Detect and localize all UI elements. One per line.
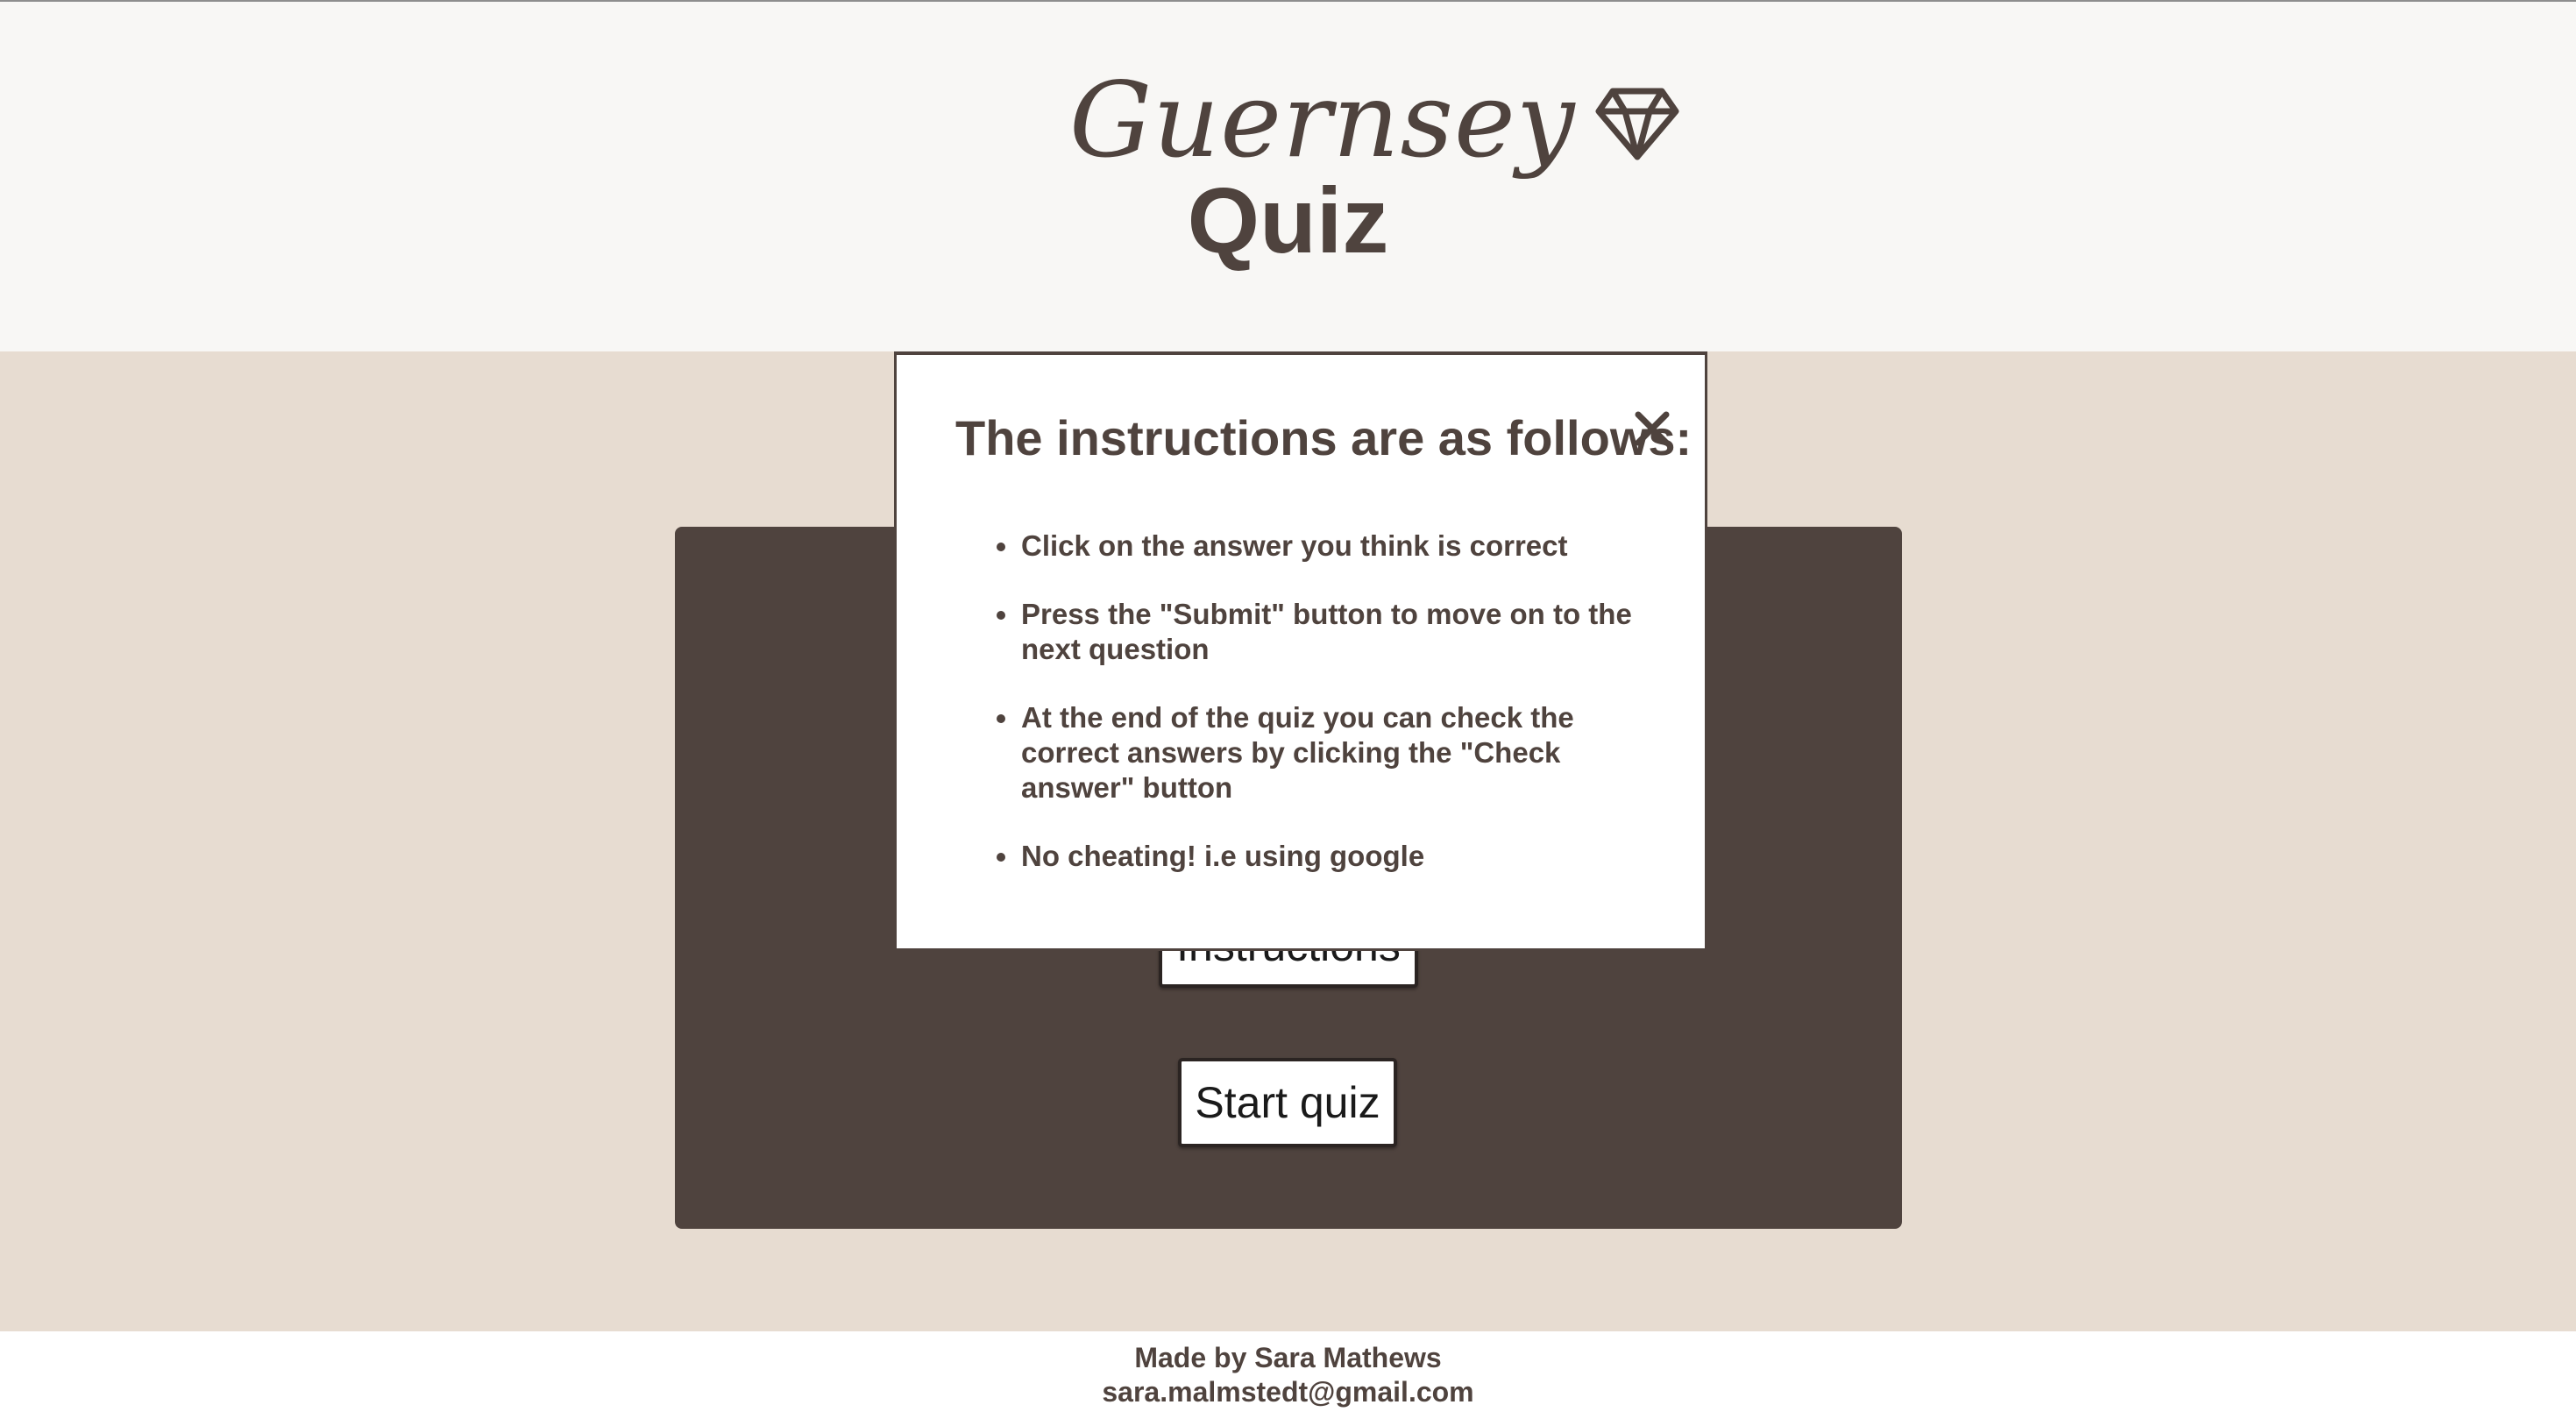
instruction-text: At the end of the quiz you can check the…	[1021, 701, 1574, 804]
site-footer: Made by Sara Mathews sara.malmstedt@gmai…	[0, 1331, 2576, 1419]
brand: Guernsey	[1069, 54, 1679, 186]
bullet-icon	[997, 853, 1005, 862]
bullet-icon	[997, 543, 1005, 551]
instructions-modal: The instructions are as follows: Click o…	[894, 351, 1707, 951]
list-item: No cheating! i.e using google	[976, 839, 1668, 874]
modal-title: The instructions are as follows:	[955, 410, 1692, 465]
instruction-text: No cheating! i.e using google	[1021, 840, 1425, 872]
close-icon[interactable]	[1633, 409, 1671, 448]
start-quiz-button[interactable]: Start quiz	[1178, 1058, 1397, 1147]
list-item: Press the "Submit" button to move on to …	[976, 597, 1668, 667]
page-title: Quiz	[1187, 169, 1389, 273]
footer-author: Made by Sara Mathews	[1134, 1342, 1442, 1373]
footer-email[interactable]: sara.malmstedt@gmail.com	[0, 1375, 2576, 1409]
site-header: Guernsey Quiz	[0, 0, 2576, 351]
list-item: At the end of the quiz you can check the…	[976, 700, 1668, 805]
instructions-list: Click on the answer you think is correct…	[976, 529, 1668, 907]
instruction-text: Press the "Submit" button to move on to …	[1021, 598, 1632, 665]
bullet-icon	[997, 714, 1005, 723]
diamond-icon	[1595, 88, 1679, 160]
brand-name: Guernsey	[1069, 60, 1576, 181]
instruction-text: Click on the answer you think is correct	[1021, 529, 1568, 562]
list-item: Click on the answer you think is correct	[976, 529, 1668, 564]
bullet-icon	[997, 611, 1005, 620]
